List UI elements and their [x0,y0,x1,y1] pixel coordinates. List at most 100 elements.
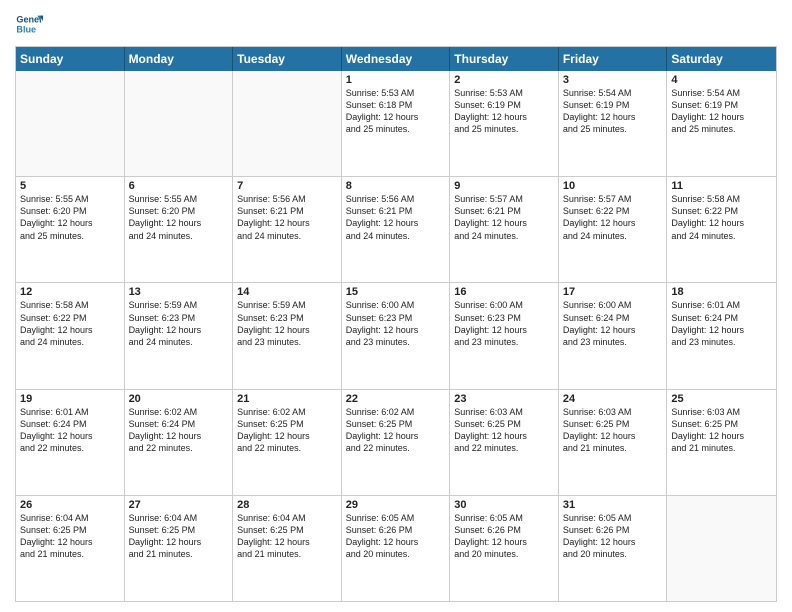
day-cell: 15Sunrise: 6:00 AM Sunset: 6:23 PM Dayli… [342,283,451,388]
day-cell: 29Sunrise: 6:05 AM Sunset: 6:26 PM Dayli… [342,496,451,601]
day-cell [233,71,342,176]
day-cell: 26Sunrise: 6:04 AM Sunset: 6:25 PM Dayli… [16,496,125,601]
day-info: Sunrise: 6:05 AM Sunset: 6:26 PM Dayligh… [346,512,446,561]
day-cell: 9Sunrise: 5:57 AM Sunset: 6:21 PM Daylig… [450,177,559,282]
day-cell: 31Sunrise: 6:05 AM Sunset: 6:26 PM Dayli… [559,496,668,601]
day-cell [16,71,125,176]
day-info: Sunrise: 5:58 AM Sunset: 6:22 PM Dayligh… [671,193,772,242]
logo-icon: General Blue [15,10,43,38]
week-row-2: 12Sunrise: 5:58 AM Sunset: 6:22 PM Dayli… [16,283,776,389]
day-cell [125,71,234,176]
day-info: Sunrise: 6:00 AM Sunset: 6:24 PM Dayligh… [563,299,663,348]
day-cell: 21Sunrise: 6:02 AM Sunset: 6:25 PM Dayli… [233,390,342,495]
week-row-0: 1Sunrise: 5:53 AM Sunset: 6:18 PM Daylig… [16,71,776,177]
day-info: Sunrise: 5:57 AM Sunset: 6:21 PM Dayligh… [454,193,554,242]
day-number: 26 [20,499,120,511]
day-header-friday: Friday [559,47,668,71]
day-cell: 18Sunrise: 6:01 AM Sunset: 6:24 PM Dayli… [667,283,776,388]
day-info: Sunrise: 6:02 AM Sunset: 6:25 PM Dayligh… [346,406,446,455]
day-info: Sunrise: 5:56 AM Sunset: 6:21 PM Dayligh… [346,193,446,242]
day-number: 23 [454,393,554,405]
day-info: Sunrise: 6:02 AM Sunset: 6:24 PM Dayligh… [129,406,229,455]
day-cell: 14Sunrise: 5:59 AM Sunset: 6:23 PM Dayli… [233,283,342,388]
day-number: 16 [454,286,554,298]
day-number: 14 [237,286,337,298]
day-cell: 7Sunrise: 5:56 AM Sunset: 6:21 PM Daylig… [233,177,342,282]
day-number: 21 [237,393,337,405]
day-header-monday: Monday [125,47,234,71]
day-number: 24 [563,393,663,405]
calendar: SundayMondayTuesdayWednesdayThursdayFrid… [15,46,777,602]
day-info: Sunrise: 6:04 AM Sunset: 6:25 PM Dayligh… [20,512,120,561]
day-number: 7 [237,180,337,192]
day-number: 10 [563,180,663,192]
day-number: 17 [563,286,663,298]
day-number: 12 [20,286,120,298]
header: General Blue [15,10,777,38]
day-number: 2 [454,74,554,86]
day-cell: 4Sunrise: 5:54 AM Sunset: 6:19 PM Daylig… [667,71,776,176]
day-number: 5 [20,180,120,192]
day-number: 18 [671,286,772,298]
weeks-container: 1Sunrise: 5:53 AM Sunset: 6:18 PM Daylig… [16,71,776,601]
day-number: 11 [671,180,772,192]
day-info: Sunrise: 5:55 AM Sunset: 6:20 PM Dayligh… [20,193,120,242]
day-cell [667,496,776,601]
day-number: 29 [346,499,446,511]
day-info: Sunrise: 5:58 AM Sunset: 6:22 PM Dayligh… [20,299,120,348]
svg-text:Blue: Blue [16,24,36,34]
day-cell: 5Sunrise: 5:55 AM Sunset: 6:20 PM Daylig… [16,177,125,282]
day-cell: 24Sunrise: 6:03 AM Sunset: 6:25 PM Dayli… [559,390,668,495]
week-row-4: 26Sunrise: 6:04 AM Sunset: 6:25 PM Dayli… [16,496,776,601]
day-info: Sunrise: 5:53 AM Sunset: 6:18 PM Dayligh… [346,87,446,136]
day-cell: 27Sunrise: 6:04 AM Sunset: 6:25 PM Dayli… [125,496,234,601]
week-row-3: 19Sunrise: 6:01 AM Sunset: 6:24 PM Dayli… [16,390,776,496]
day-cell: 11Sunrise: 5:58 AM Sunset: 6:22 PM Dayli… [667,177,776,282]
day-header-thursday: Thursday [450,47,559,71]
day-info: Sunrise: 6:01 AM Sunset: 6:24 PM Dayligh… [20,406,120,455]
day-number: 8 [346,180,446,192]
day-cell: 6Sunrise: 5:55 AM Sunset: 6:20 PM Daylig… [125,177,234,282]
day-info: Sunrise: 6:05 AM Sunset: 6:26 PM Dayligh… [563,512,663,561]
day-number: 30 [454,499,554,511]
day-cell: 25Sunrise: 6:03 AM Sunset: 6:25 PM Dayli… [667,390,776,495]
day-number: 9 [454,180,554,192]
day-number: 31 [563,499,663,511]
calendar-page: General Blue SundayMondayTuesdayWednesda… [0,0,792,612]
day-info: Sunrise: 5:59 AM Sunset: 6:23 PM Dayligh… [129,299,229,348]
day-cell: 1Sunrise: 5:53 AM Sunset: 6:18 PM Daylig… [342,71,451,176]
day-headers-row: SundayMondayTuesdayWednesdayThursdayFrid… [16,47,776,71]
day-number: 19 [20,393,120,405]
day-cell: 13Sunrise: 5:59 AM Sunset: 6:23 PM Dayli… [125,283,234,388]
day-info: Sunrise: 6:04 AM Sunset: 6:25 PM Dayligh… [237,512,337,561]
day-number: 27 [129,499,229,511]
day-number: 13 [129,286,229,298]
day-info: Sunrise: 5:54 AM Sunset: 6:19 PM Dayligh… [671,87,772,136]
day-cell: 8Sunrise: 5:56 AM Sunset: 6:21 PM Daylig… [342,177,451,282]
day-info: Sunrise: 5:54 AM Sunset: 6:19 PM Dayligh… [563,87,663,136]
day-info: Sunrise: 5:56 AM Sunset: 6:21 PM Dayligh… [237,193,337,242]
day-number: 3 [563,74,663,86]
day-info: Sunrise: 6:01 AM Sunset: 6:24 PM Dayligh… [671,299,772,348]
day-header-sunday: Sunday [16,47,125,71]
day-cell: 17Sunrise: 6:00 AM Sunset: 6:24 PM Dayli… [559,283,668,388]
day-cell: 20Sunrise: 6:02 AM Sunset: 6:24 PM Dayli… [125,390,234,495]
day-info: Sunrise: 5:57 AM Sunset: 6:22 PM Dayligh… [563,193,663,242]
day-cell: 19Sunrise: 6:01 AM Sunset: 6:24 PM Dayli… [16,390,125,495]
day-info: Sunrise: 6:03 AM Sunset: 6:25 PM Dayligh… [454,406,554,455]
day-header-tuesday: Tuesday [233,47,342,71]
day-number: 4 [671,74,772,86]
day-cell: 22Sunrise: 6:02 AM Sunset: 6:25 PM Dayli… [342,390,451,495]
day-cell: 3Sunrise: 5:54 AM Sunset: 6:19 PM Daylig… [559,71,668,176]
day-number: 28 [237,499,337,511]
day-number: 1 [346,74,446,86]
day-cell: 16Sunrise: 6:00 AM Sunset: 6:23 PM Dayli… [450,283,559,388]
day-number: 15 [346,286,446,298]
day-info: Sunrise: 5:53 AM Sunset: 6:19 PM Dayligh… [454,87,554,136]
day-cell: 12Sunrise: 5:58 AM Sunset: 6:22 PM Dayli… [16,283,125,388]
day-info: Sunrise: 6:03 AM Sunset: 6:25 PM Dayligh… [563,406,663,455]
day-info: Sunrise: 5:55 AM Sunset: 6:20 PM Dayligh… [129,193,229,242]
day-info: Sunrise: 6:04 AM Sunset: 6:25 PM Dayligh… [129,512,229,561]
day-info: Sunrise: 6:02 AM Sunset: 6:25 PM Dayligh… [237,406,337,455]
logo: General Blue [15,10,47,38]
